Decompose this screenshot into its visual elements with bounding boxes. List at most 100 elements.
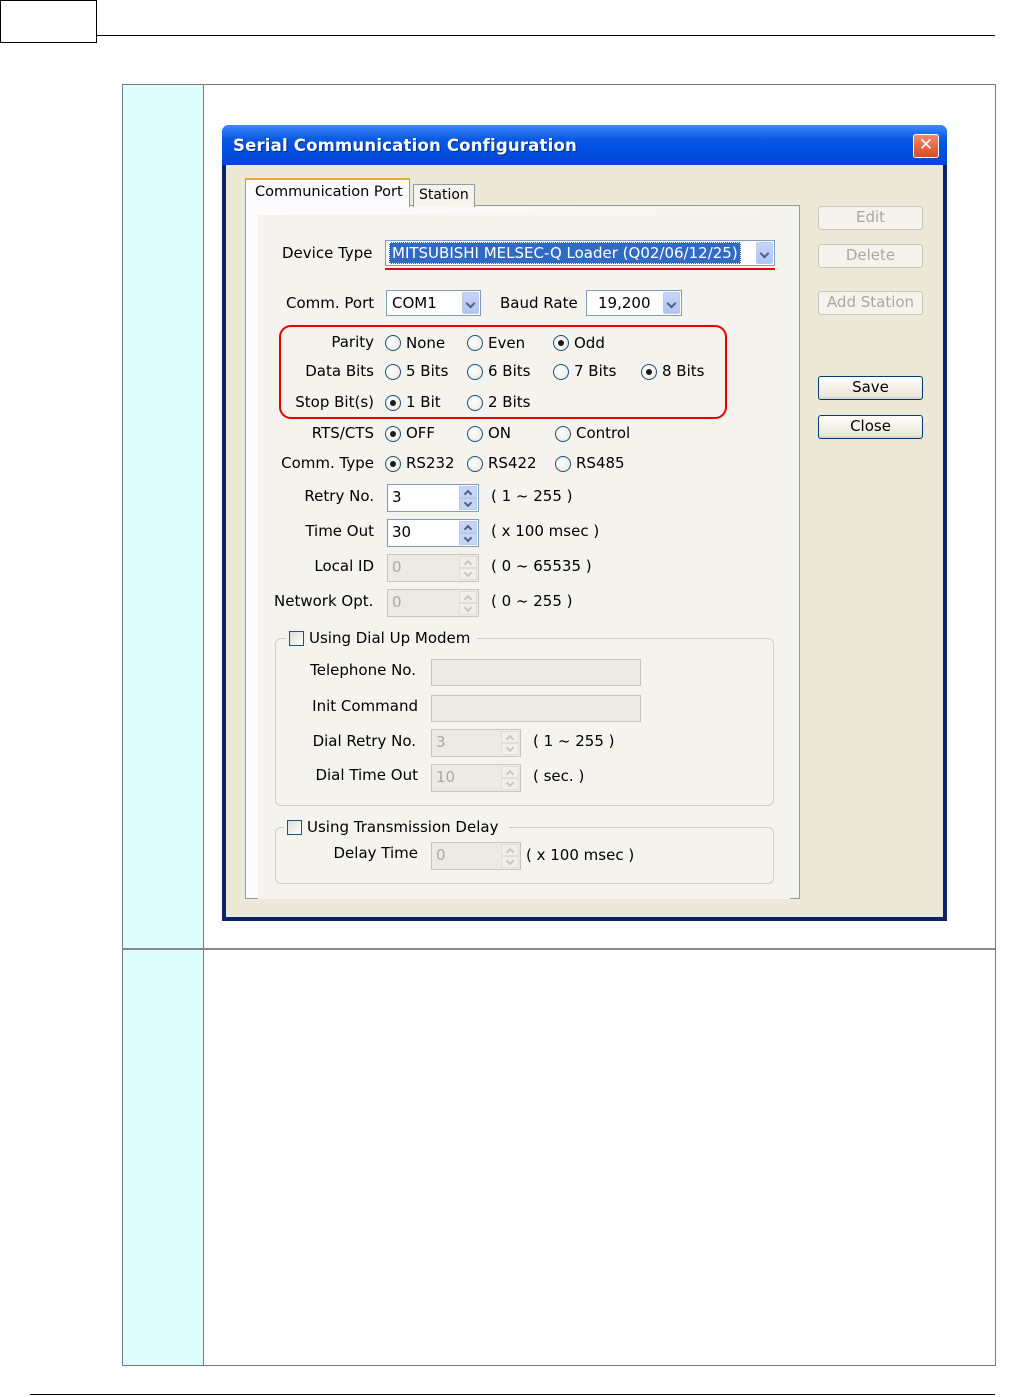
dial-retry-value: 3 xyxy=(436,733,446,751)
edit-button[interactable]: Edit xyxy=(818,206,923,230)
header-rule xyxy=(97,35,995,36)
spin-down-icon[interactable] xyxy=(501,778,519,790)
table-divider-horizontal xyxy=(123,948,995,950)
time-out-label: Time Out xyxy=(305,522,374,540)
parity-odd-label: Odd xyxy=(574,334,605,352)
comm-type-rs422-radio[interactable] xyxy=(467,456,483,472)
delay-time-range: ( x 100 msec ) xyxy=(526,846,635,864)
close-button[interactable]: Close xyxy=(818,415,923,439)
spin-up-icon[interactable] xyxy=(459,556,477,568)
baud-rate-value: 19,200 xyxy=(598,294,651,312)
data-bits-5-radio[interactable] xyxy=(385,364,401,380)
comm-port-select[interactable]: COM1 xyxy=(386,290,481,316)
local-id-range: ( 0 ~ 65535 ) xyxy=(491,557,592,575)
telephone-input[interactable] xyxy=(431,659,641,686)
stop-bits-1-label: 1 Bit xyxy=(406,393,441,411)
retry-no-label: Retry No. xyxy=(304,487,374,505)
data-bits-5-label: 5 Bits xyxy=(406,362,449,380)
data-bits-6-label: 6 Bits xyxy=(488,362,531,380)
save-button[interactable]: Save xyxy=(818,376,923,400)
dial-retry-spinner[interactable]: 3 xyxy=(431,729,521,757)
table-left-cell-1 xyxy=(123,85,203,948)
dial-retry-label: Dial Retry No. xyxy=(312,732,416,750)
rts-cts-off-label: OFF xyxy=(406,424,436,442)
local-id-value: 0 xyxy=(392,558,402,576)
dial-timeout-value: 10 xyxy=(436,768,456,786)
chevron-down-icon[interactable] xyxy=(663,292,680,314)
transmission-delay-checkbox[interactable] xyxy=(287,820,302,835)
data-bits-7-label: 7 Bits xyxy=(574,362,617,380)
rts-cts-on-radio[interactable] xyxy=(467,426,483,442)
device-type-value: MITSUBISHI MELSEC-Q Loader (Q02/06/12/25… xyxy=(389,242,741,264)
delay-time-spinner[interactable]: 0 xyxy=(431,842,521,870)
stop-bits-1-radio[interactable] xyxy=(385,395,401,411)
comm-type-label: Comm. Type xyxy=(281,454,374,472)
delete-button[interactable]: Delete xyxy=(818,244,923,268)
baud-rate-select[interactable]: 19,200 xyxy=(586,290,682,316)
spin-down-icon[interactable] xyxy=(459,568,477,580)
chevron-down-icon[interactable] xyxy=(756,242,773,264)
rts-cts-control-label: Control xyxy=(576,424,631,442)
highlight-underline xyxy=(385,268,775,270)
comm-type-rs232-radio[interactable] xyxy=(385,456,401,472)
stop-bits-2-radio[interactable] xyxy=(467,395,483,411)
spin-up-icon[interactable] xyxy=(501,766,519,778)
table-divider-vertical xyxy=(203,85,204,1365)
time-out-range: ( x 100 msec ) xyxy=(491,522,600,540)
rts-cts-off-radio[interactable] xyxy=(385,426,401,442)
spin-down-icon[interactable] xyxy=(459,498,477,510)
chevron-down-icon[interactable] xyxy=(462,292,479,314)
device-type-label: Device Type xyxy=(282,244,373,262)
dial-up-checkbox[interactable] xyxy=(289,631,304,646)
local-id-spinner[interactable]: 0 xyxy=(387,554,479,582)
network-opt-label: Network Opt. xyxy=(274,592,374,610)
comm-type-rs485-radio[interactable] xyxy=(555,456,571,472)
spin-up-icon[interactable] xyxy=(501,731,519,743)
dial-timeout-spinner[interactable]: 10 xyxy=(431,764,521,792)
retry-no-spinner[interactable]: 3 xyxy=(387,484,479,512)
dialog-title: Serial Communication Configuration xyxy=(233,136,577,155)
tab-station[interactable]: Station xyxy=(413,184,475,207)
parity-none-label: None xyxy=(406,334,446,352)
parity-none-radio[interactable] xyxy=(385,335,401,351)
network-opt-range: ( 0 ~ 255 ) xyxy=(491,592,573,610)
transmission-delay-label: Using Transmission Delay xyxy=(307,818,499,836)
spin-up-icon[interactable] xyxy=(501,844,519,856)
data-bits-7-radio[interactable] xyxy=(553,364,569,380)
spin-down-icon[interactable] xyxy=(501,743,519,755)
local-id-label: Local ID xyxy=(314,557,374,575)
spin-down-icon[interactable] xyxy=(501,856,519,868)
delay-time-value: 0 xyxy=(436,846,446,864)
rts-cts-control-radio[interactable] xyxy=(555,426,571,442)
dial-up-label: Using Dial Up Modem xyxy=(309,629,471,647)
comm-type-rs485-label: RS485 xyxy=(576,454,625,472)
parity-even-radio[interactable] xyxy=(467,335,483,351)
spin-up-icon[interactable] xyxy=(459,521,477,533)
delay-time-label: Delay Time xyxy=(333,844,419,862)
parity-label: Parity xyxy=(331,333,374,351)
table-left-cell-2 xyxy=(123,950,203,1365)
comm-type-rs422-label: RS422 xyxy=(488,454,537,472)
tab-communication-port[interactable]: Communication Port xyxy=(245,178,410,207)
time-out-spinner[interactable]: 30 xyxy=(387,519,479,547)
spin-up-icon[interactable] xyxy=(459,486,477,498)
data-bits-6-radio[interactable] xyxy=(467,364,483,380)
parity-even-label: Even xyxy=(488,334,526,352)
time-out-value: 30 xyxy=(392,523,412,541)
comm-port-value: COM1 xyxy=(392,294,437,312)
baud-rate-label: Baud Rate xyxy=(500,294,578,312)
telephone-label: Telephone No. xyxy=(310,661,416,679)
close-icon[interactable]: ✕ xyxy=(913,134,939,158)
spin-down-icon[interactable] xyxy=(459,603,477,615)
comm-type-rs232-label: RS232 xyxy=(406,454,455,472)
stop-bits-label: Stop Bit(s) xyxy=(295,393,374,411)
dial-timeout-label: Dial Time Out xyxy=(315,766,418,784)
data-bits-8-radio[interactable] xyxy=(641,364,657,380)
network-opt-spinner[interactable]: 0 xyxy=(387,589,479,617)
spin-up-icon[interactable] xyxy=(459,591,477,603)
add-station-button[interactable]: Add Station xyxy=(818,291,923,315)
parity-odd-radio[interactable] xyxy=(553,335,569,351)
device-type-select[interactable]: MITSUBISHI MELSEC-Q Loader (Q02/06/12/25… xyxy=(385,240,775,266)
init-command-input[interactable] xyxy=(431,695,641,722)
spin-down-icon[interactable] xyxy=(459,533,477,545)
